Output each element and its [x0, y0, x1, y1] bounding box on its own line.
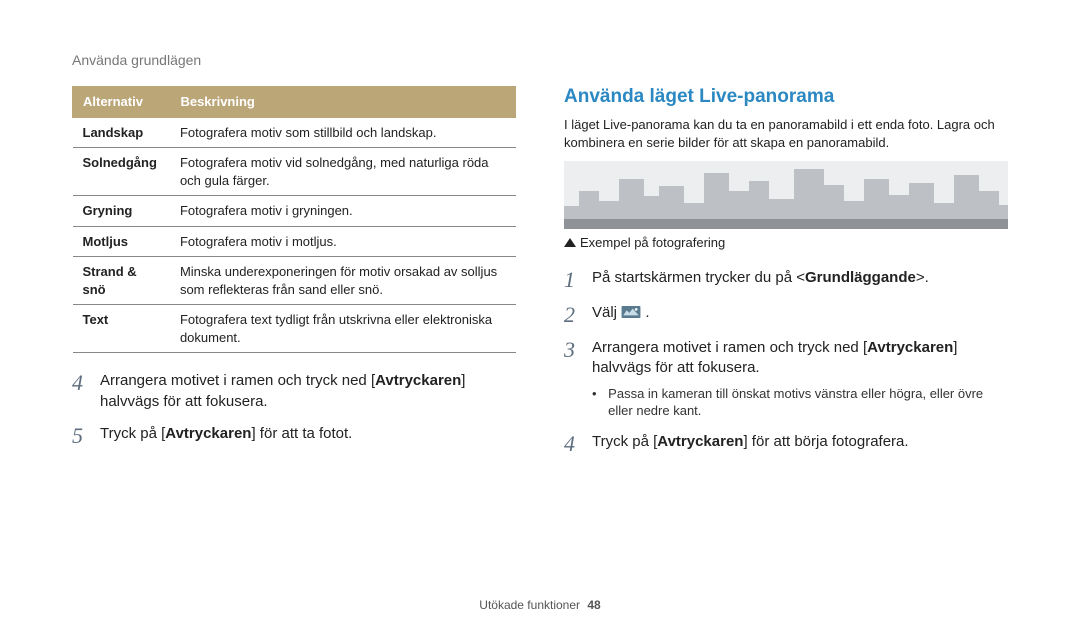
cell-option: Text: [73, 305, 170, 353]
text: Arrangera motivet i ramen och tryck ned …: [592, 339, 867, 356]
table-row: GryningFotografera motiv i gryningen.: [73, 196, 516, 227]
cell-desc: Fotografera text tydligt från utskrivna …: [170, 305, 516, 353]
cell-desc: Fotografera motiv vid solnedgång, med na…: [170, 148, 516, 196]
step-number: 5: [72, 424, 92, 447]
step-body: Arrangera motivet i ramen och tryck ned …: [592, 338, 1008, 420]
cell-desc: Minska underexponeringen för motiv orsak…: [170, 257, 516, 305]
cell-desc: Fotografera motiv i gryningen.: [170, 196, 516, 227]
step-4: 4 Arrangera motivet i ramen och tryck ne…: [72, 371, 516, 412]
text-bold: Avtryckaren: [165, 425, 251, 442]
text-bold: Grundläggande: [805, 269, 916, 286]
text: Arrangera motivet i ramen och tryck ned …: [100, 372, 375, 389]
caption-arrow-icon: [564, 238, 576, 247]
th-desc: Beskrivning: [170, 87, 516, 118]
text: Tryck på [: [100, 425, 165, 442]
step-body: Tryck på [Avtryckaren] för att ta fotot.: [100, 424, 516, 447]
text: ] för att ta fotot.: [251, 425, 352, 442]
text-bold: Avtryckaren: [867, 339, 953, 356]
text: .: [641, 304, 649, 321]
panorama-illustration: [564, 161, 1008, 219]
cell-desc: Fotografera motiv i motljus.: [170, 226, 516, 257]
panorama-figure: [564, 161, 1008, 229]
text: Välj: [592, 304, 621, 321]
th-option: Alternativ: [73, 87, 170, 118]
table-row: TextFotografera text tydligt från utskri…: [73, 305, 516, 353]
step-number: 1: [564, 268, 584, 291]
cell-desc: Fotografera motiv som stillbild och land…: [170, 117, 516, 148]
subsection-title: Använda läget Live-panorama: [564, 86, 1008, 108]
step-1: 1 På startskärmen trycker du på <Grundlä…: [564, 268, 1008, 291]
step-5: 5 Tryck på [Avtryckaren] för att ta foto…: [72, 424, 516, 447]
col-left: Alternativ Beskrivning LandskapFotografe…: [72, 86, 516, 467]
step-number: 4: [564, 432, 584, 455]
col-right: Använda läget Live-panorama I läget Live…: [564, 86, 1008, 467]
cell-option: Landskap: [73, 117, 170, 148]
text: >.: [916, 269, 929, 286]
cell-option: Gryning: [73, 196, 170, 227]
intro-text: I läget Live-panorama kan du ta en panor…: [564, 116, 1008, 151]
table-row: LandskapFotografera motiv som stillbild …: [73, 117, 516, 148]
cell-option: Solnedgång: [73, 148, 170, 196]
caption-text: Exempel på fotografering: [580, 235, 725, 250]
page: Använda grundlägen Alternativ Beskrivnin…: [0, 0, 1080, 630]
step-body: Arrangera motivet i ramen och tryck ned …: [100, 371, 516, 412]
text: ] för att börja fotografera.: [743, 433, 908, 450]
table-row: MotljusFotografera motiv i motljus.: [73, 226, 516, 257]
text: Tryck på [: [592, 433, 657, 450]
sub-text: Passa in kameran till önskat motivs väns…: [608, 385, 1008, 420]
columns: Alternativ Beskrivning LandskapFotografe…: [72, 86, 1008, 467]
step-number: 2: [564, 303, 584, 326]
step-number: 4: [72, 371, 92, 412]
left-steps: 4 Arrangera motivet i ramen och tryck ne…: [72, 371, 516, 447]
cell-option: Strand & snö: [73, 257, 170, 305]
step-number: 3: [564, 338, 584, 420]
text-bold: Avtryckaren: [657, 433, 743, 450]
skyline-icon: [564, 161, 1008, 219]
panorama-mode-icon: [621, 306, 641, 318]
text: På startskärmen trycker du på <: [592, 269, 805, 286]
step-body: Välj .: [592, 303, 1008, 326]
cell-option: Motljus: [73, 226, 170, 257]
step-3: 3 Arrangera motivet i ramen och tryck ne…: [564, 338, 1008, 420]
step-body: På startskärmen trycker du på <Grundlägg…: [592, 268, 1008, 291]
step-2: 2 Välj .: [564, 303, 1008, 326]
figure-caption: Exempel på fotografering: [564, 235, 1008, 250]
bullet-icon: •: [592, 385, 602, 420]
table-row: Strand & snöMinska underexponeringen för…: [73, 257, 516, 305]
text-bold: Avtryckaren: [375, 372, 461, 389]
step-sub: •Passa in kameran till önskat motivs vän…: [592, 385, 1008, 420]
section-header: Använda grundlägen: [72, 52, 1008, 68]
options-table: Alternativ Beskrivning LandskapFotografe…: [72, 86, 516, 353]
panorama-bar: [564, 219, 1008, 229]
step-4: 4 Tryck på [Avtryckaren] för att börja f…: [564, 432, 1008, 455]
table-row: SolnedgångFotografera motiv vid solnedgå…: [73, 148, 516, 196]
step-body: Tryck på [Avtryckaren] för att börja fot…: [592, 432, 1008, 455]
page-number: 48: [587, 598, 600, 612]
page-footer: Utökade funktioner 48: [0, 598, 1080, 612]
right-steps: 1 På startskärmen trycker du på <Grundlä…: [564, 268, 1008, 455]
footer-text: Utökade funktioner: [479, 598, 580, 612]
